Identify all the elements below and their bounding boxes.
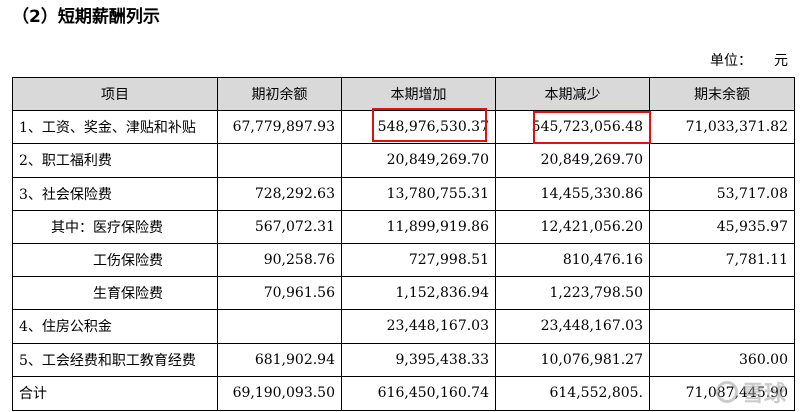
highlight-decrease-box	[533, 111, 651, 144]
snowball-logo-icon	[715, 381, 738, 403]
unit-label: 单位：元	[710, 53, 788, 69]
watermark: 雪球	[715, 376, 786, 408]
table-row: 3、社会保险费 728,292.63 13,780,755.31 14,455,…	[12, 176, 795, 211]
header-closing: 期末余额	[649, 76, 795, 112]
header-item: 项目	[12, 76, 218, 112]
highlight-increase-box	[372, 108, 487, 142]
section-title: （2）短期薪酬列示	[12, 7, 160, 27]
table-row: 2、职工福利费 20,849,269.70 20,849,269.70	[12, 143, 795, 178]
table-total-row: 合计 69,190,093.50 616,450,160.74 614,552,…	[12, 375, 795, 411]
header-decrease: 本期减少	[495, 76, 650, 112]
table-row: 生育保险费 70,961.56 1,152,836.94 1,223,798.5…	[12, 276, 795, 311]
table-header-row: 项目 期初余额 本期增加 本期减少 期末余额	[12, 76, 795, 112]
table-row: 4、住房公积金 23,448,167.03 23,448,167.03	[12, 309, 795, 344]
table-row: 工伤保险费 90,258.76 727,998.51 810,476.16 7,…	[12, 242, 795, 278]
table-row: 其中：医疗保险费 567,072.31 11,899,919.86 12,421…	[12, 209, 795, 244]
table-row: 5、工会经费和职工教育经费 681,902.94 9,395,438.33 10…	[12, 342, 795, 377]
header-opening: 期初余额	[217, 76, 342, 112]
header-increase: 本期增加	[341, 76, 496, 112]
